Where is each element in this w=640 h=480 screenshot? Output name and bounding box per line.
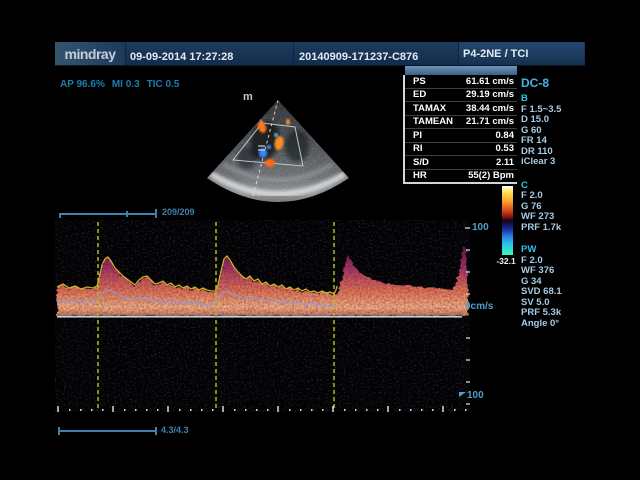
cine-time-counter: 4.3/4.3 [161, 425, 189, 435]
param-b-framerate: FR 14 [521, 136, 585, 147]
result-row-tamax: TAMAX38.44 cm/s [405, 102, 517, 116]
brand-logo-text: mindray [65, 46, 116, 62]
acoustic-power-label: AP 96.6% [60, 79, 105, 90]
velocity-scale-top: 100 [472, 222, 489, 233]
velocity-scale-bottom: 100 [459, 390, 484, 401]
machine-model: DC-8 [521, 77, 585, 90]
param-pw-prf: PRF 5.3k [521, 308, 585, 319]
results-panel-header [405, 66, 517, 75]
result-row-hr: HR55(2) Bpm [405, 170, 517, 183]
cine-progress-marker[interactable] [126, 211, 128, 217]
velocity-scale-baseline: 0cm/s [465, 301, 493, 312]
result-row-ri: RI0.53 [405, 143, 517, 157]
probe-preset-label: P4-2NE / TCI [463, 48, 528, 60]
baseline-shift-icon [459, 392, 466, 397]
param-b-depth: D 15.0 [521, 115, 585, 126]
cine-time-bar[interactable] [59, 430, 156, 432]
pw-spectral-display[interactable] [55, 220, 470, 412]
cine-time-end-cap [155, 427, 157, 435]
cine-frame-counter: 209/209 [162, 207, 195, 217]
cine-progress-start-cap [59, 213, 61, 218]
param-c-frequency: F 2.0 [521, 191, 585, 202]
result-row-sd: S/D2.11 [405, 156, 517, 170]
cine-progress-end-cap [155, 209, 157, 218]
cine-progress-bar[interactable] [59, 213, 156, 215]
cine-time-start-cap [58, 427, 60, 435]
mi-label: MI 0.3 [112, 79, 140, 90]
result-row-ed: ED29.19 cm/s [405, 89, 517, 103]
param-b-iclear: iClear 3 [521, 157, 585, 168]
param-c-prf: PRF 1.7k [521, 223, 585, 234]
pw-mode-header: PW [521, 245, 585, 256]
title-bar: mindray 09-09-2014 17:27:28 20140909-171… [55, 42, 585, 66]
results-panel-body: PS61.61 cm/s ED29.19 cm/s TAMAX38.44 cm/… [403, 75, 517, 184]
color-scale-min-label: -32.1 [487, 256, 525, 266]
param-c-wall-filter: WF 273 [521, 212, 585, 223]
param-pw-sample-volume-depth: SVD 68.1 [521, 287, 585, 298]
measurement-results-panel: PS61.61 cm/s ED29.19 cm/s TAMAX38.44 cm/… [403, 66, 517, 184]
result-row-pi: PI0.84 [405, 129, 517, 143]
probe-orientation-marker: m [243, 91, 253, 103]
result-row-tamean: TAMEAN21.71 cm/s [405, 116, 517, 130]
probe-preset-tab[interactable]: P4-2NE / TCI [458, 42, 584, 65]
bmode-header: B [521, 94, 585, 105]
result-row-ps: PS61.61 cm/s [405, 75, 517, 89]
imaging-params-sidebar: DC-8 B F 1.5~3.5 D 15.0 G 60 FR 14 DR 11… [521, 77, 585, 329]
color-scale-bar [502, 186, 513, 255]
param-pw-wall-filter: WF 376 [521, 266, 585, 277]
acoustic-output-status: AP 96.6% MI 0.3 TIC 0.5 [60, 79, 186, 90]
exam-id-label: 20140909-171237-C876 [299, 51, 418, 63]
exam-id-section: 20140909-171237-C876 [293, 42, 458, 65]
tic-label: TIC 0.5 [147, 79, 180, 90]
datetime-label: 09-09-2014 17:27:28 [130, 51, 233, 63]
bmode-sector-display[interactable] [203, 86, 388, 208]
brand-logo: mindray [55, 42, 125, 65]
param-pw-angle: Angle 0° [521, 319, 585, 330]
datetime-section: 09-09-2014 17:27:28 [125, 42, 293, 65]
